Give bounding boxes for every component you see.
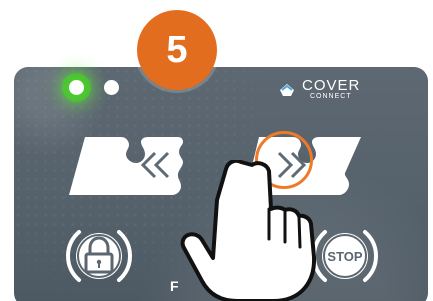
hand-pointer-icon bbox=[180, 160, 317, 301]
cover-connect-logo-icon bbox=[280, 84, 294, 96]
brand-logo: COVER CONNECT bbox=[278, 78, 374, 104]
step-number: 5 bbox=[166, 28, 188, 71]
lock-icon bbox=[65, 230, 133, 282]
step-badge: 5 bbox=[137, 10, 217, 90]
brand-subtitle: CONNECT bbox=[310, 93, 352, 100]
stop-label: STOP bbox=[327, 249, 362, 264]
status-indicators bbox=[69, 80, 125, 96]
lock-button[interactable] bbox=[63, 221, 135, 291]
status-light-white bbox=[104, 80, 119, 95]
status-light-green bbox=[69, 80, 84, 95]
brand-title: COVER bbox=[302, 77, 361, 94]
instruction-screenshot: 5 COVER CONNECT STOP F bbox=[0, 0, 433, 301]
